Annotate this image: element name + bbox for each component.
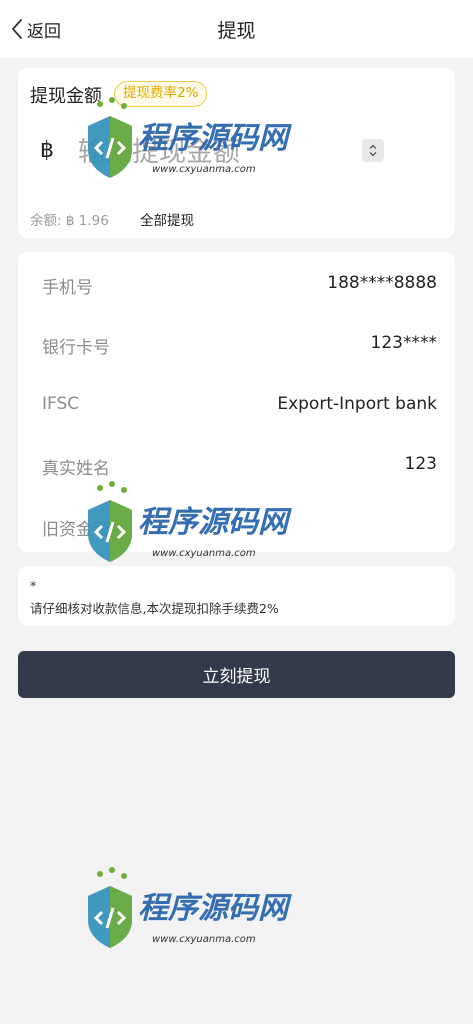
row-value: Export-Inport bank (277, 394, 437, 414)
notice-asterisk: * (30, 578, 37, 593)
top-nav-bar: 返回 提现 (0, 0, 473, 58)
row-label: 手机号 (42, 278, 93, 298)
page-title: 提现 (217, 20, 256, 42)
row-label: 银行卡号 (42, 338, 110, 358)
withdraw-all-button[interactable]: 全部提现 (140, 209, 194, 229)
currency-symbol: ฿ (40, 138, 54, 163)
watermark-logo: 程序源码网 www.cxyuanma.com (88, 867, 292, 948)
row-label: 旧资金密码 (42, 520, 127, 540)
notice-card: * 请仔细核对收款信息,本次提现扣除手续费2% (18, 566, 455, 626)
info-row-bank-card: 银行卡号 123**** (18, 325, 455, 365)
submit-withdraw-button[interactable]: 立刻提现 (18, 651, 455, 698)
amount-label: 提现金额 (30, 86, 102, 107)
info-row-phone: 手机号 188****8888 (18, 265, 455, 305)
info-row-fund-password[interactable]: 旧资金密码 (18, 507, 455, 547)
balance-text: 余额: ฿ 1.96 (30, 213, 109, 229)
watermark-url: www.cxyuanma.com (152, 934, 256, 945)
amount-stepper[interactable] (362, 139, 384, 162)
row-value: 123**** (370, 333, 437, 353)
account-info-card: 手机号 188****8888 银行卡号 123**** IFSC Export… (18, 252, 455, 552)
row-value: 123 (404, 454, 437, 474)
fee-rate-badge: 提现费率2% (114, 81, 208, 107)
watermark-title: 程序源码网 (138, 891, 292, 926)
row-label: IFSC (42, 394, 80, 414)
amount-input[interactable] (78, 128, 358, 176)
info-row-ifsc: IFSC Export-Inport bank (18, 386, 455, 426)
amount-card: 提现金额 提现费率2% ฿ 余额: ฿ 1.96 全部提现 (18, 68, 455, 238)
row-value: 188****8888 (327, 273, 437, 293)
up-down-arrows-icon (369, 144, 377, 157)
row-label: 真实姓名 (42, 459, 110, 479)
info-row-real-name: 真实姓名 123 (18, 446, 455, 486)
notice-text: 请仔细核对收款信息,本次提现扣除手续费2% (30, 601, 279, 616)
